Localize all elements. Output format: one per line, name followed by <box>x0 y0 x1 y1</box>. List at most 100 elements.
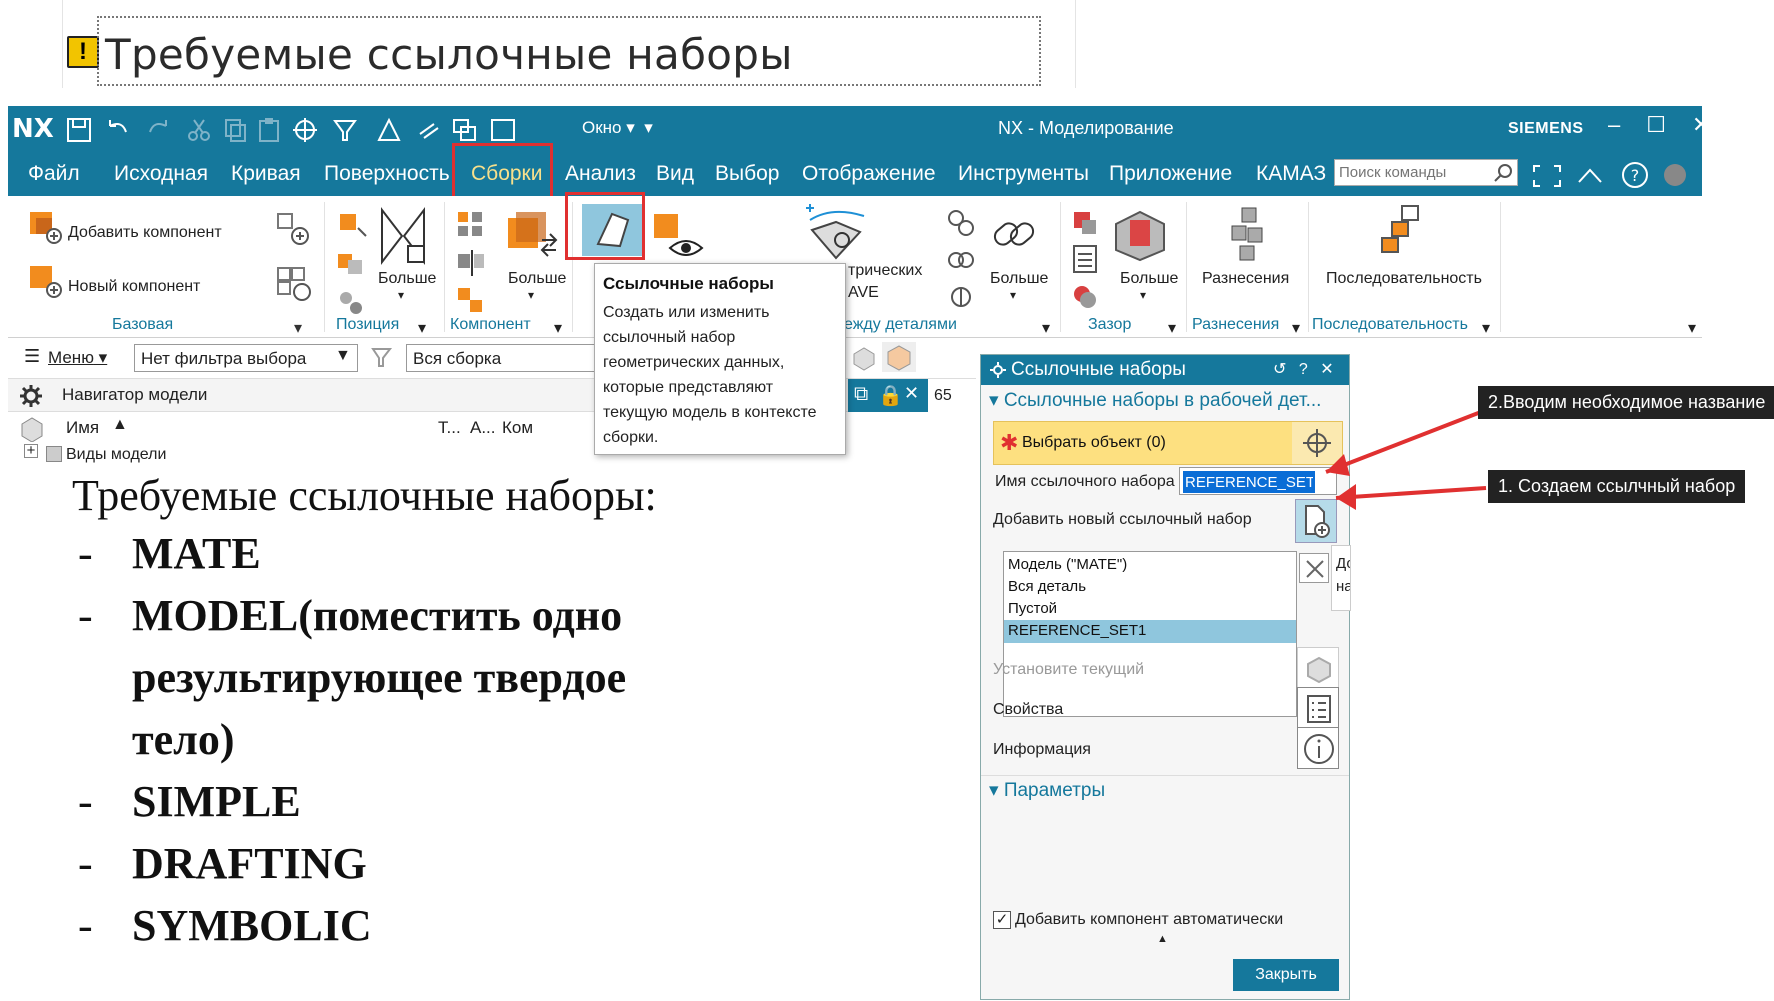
interpart-more-label[interactable]: Больше <box>990 270 1048 288</box>
select-filter-icon[interactable] <box>330 116 360 144</box>
checkbox-checked[interactable]: ✓ <box>993 911 1011 929</box>
exploded-views-icon[interactable] <box>1226 206 1276 262</box>
search-icon[interactable] <box>1493 163 1515 183</box>
sequence-icon[interactable] <box>1376 202 1426 262</box>
clearance-more-label[interactable]: Больше <box>1120 270 1178 288</box>
undo-icon[interactable] <box>102 116 132 144</box>
component-more-arrow-icon[interactable]: ▾ <box>528 288 534 302</box>
assembly-view-icon[interactable] <box>882 342 916 372</box>
link-browser-icon[interactable] <box>944 280 978 314</box>
component-mirror-icon[interactable] <box>454 246 488 280</box>
reference-set-list[interactable]: Модель ("MATE") Вся деталь Пустой REFERE… <box>1003 551 1297 717</box>
cut-icon[interactable] <box>184 116 214 144</box>
group-component-expand-icon[interactable]: ▾ <box>554 318 562 338</box>
search-input[interactable] <box>1335 160 1485 184</box>
menu-tools[interactable]: Инструменты <box>958 162 1089 186</box>
maximize-icon[interactable]: ☐ <box>1646 112 1666 138</box>
menu-kamaz[interactable]: КАМАЗ <box>1256 162 1326 186</box>
window-menu[interactable]: Окно ▾ ▾ <box>582 118 653 138</box>
group-interpart-expand-icon[interactable]: ▾ <box>1042 318 1050 338</box>
menu-view[interactable]: Вид <box>656 162 694 186</box>
menu-button[interactable]: Меню ▾ <box>48 348 107 368</box>
fullscreen-icon[interactable] <box>1532 164 1562 188</box>
filter-reset-icon[interactable] <box>370 346 396 370</box>
menu-curve[interactable]: Кривая <box>231 162 301 186</box>
clearance-analysis-icon[interactable] <box>1068 280 1102 314</box>
constraint-icon[interactable] <box>334 246 368 280</box>
list-item-selected[interactable]: REFERENCE_SET1 <box>1004 620 1296 643</box>
sort-asc-icon[interactable]: ▲ <box>112 416 128 434</box>
group-basic-expand-icon[interactable]: ▾ <box>294 318 302 338</box>
snap-icon[interactable] <box>290 116 320 144</box>
window-icon[interactable] <box>488 116 518 144</box>
position-more-arrow-icon[interactable]: ▾ <box>398 288 404 302</box>
group-sequence-expand-icon[interactable]: ▾ <box>1482 318 1490 338</box>
tab-close-icon[interactable]: ✕ <box>904 383 919 404</box>
list-item[interactable]: Вся деталь <box>1004 576 1296 599</box>
part-tab[interactable]: 65 <box>928 379 976 413</box>
measure-icon[interactable] <box>374 116 404 144</box>
column-name[interactable]: Имя <box>66 418 99 438</box>
wave-link-icon[interactable] <box>802 202 872 264</box>
part-navigator-icon[interactable] <box>18 414 46 442</box>
more-options-icon[interactable]: ▲ <box>1157 933 1168 945</box>
redo-icon[interactable] <box>144 116 174 144</box>
position-more-label[interactable]: Больше <box>378 270 436 288</box>
close-icon[interactable]: ✕ <box>1692 112 1710 138</box>
list-item[interactable]: Модель ("MATE") <box>1004 554 1296 577</box>
expand-icon[interactable]: + <box>24 443 38 458</box>
close-button[interactable]: Закрыть <box>1233 959 1339 991</box>
ribbon-options-icon[interactable]: ▾ <box>1688 318 1696 338</box>
minimize-icon[interactable]: – <box>1608 112 1620 138</box>
link-icon[interactable] <box>414 116 444 144</box>
component-replace-icon[interactable] <box>454 284 488 318</box>
clearance-more-arrow-icon[interactable]: ▾ <box>1140 288 1146 302</box>
auto-add-checkbox[interactable]: ✓ Добавить компонент автоматически <box>993 911 1283 929</box>
user-avatar[interactable] <box>1664 164 1686 186</box>
add-component-icon[interactable] <box>24 206 64 246</box>
set-current-button[interactable] <box>1297 647 1339 689</box>
menu-display[interactable]: Отображение <box>802 162 936 186</box>
interpart-more-arrow-icon[interactable]: ▾ <box>1010 288 1016 302</box>
type-filter-select[interactable]: Нет фильтра выбора ▼ <box>134 344 358 372</box>
group-clearance-expand-icon[interactable]: ▾ <box>1168 318 1176 338</box>
interpart-more-icon[interactable] <box>986 206 1042 262</box>
interpart-link-icon[interactable] <box>944 206 978 240</box>
scope-select[interactable]: Вся сборка <box>406 344 606 372</box>
new-component-icon[interactable] <box>24 260 64 300</box>
menu-surface[interactable]: Поверхность <box>324 162 450 186</box>
column-t[interactable]: Т... <box>438 418 461 438</box>
hamburger-icon[interactable]: ☰ <box>24 346 40 367</box>
position-more-icon[interactable] <box>378 206 428 266</box>
lock-icon[interactable]: 🔒 <box>878 383 903 408</box>
collapse-ribbon-icon[interactable] <box>1576 164 1604 188</box>
column-k[interactable]: Ком <box>502 418 533 438</box>
menu-home[interactable]: Исходная <box>114 162 208 186</box>
delete-button[interactable] <box>1299 553 1329 583</box>
tab-edit-icon[interactable]: ⧉ <box>854 383 868 406</box>
column-a[interactable]: А... <box>470 418 496 438</box>
component-pattern-icon[interactable] <box>454 208 488 242</box>
menu-file[interactable]: Файл <box>28 162 80 186</box>
show-hide-icon[interactable] <box>648 208 704 264</box>
menu-selection[interactable]: Выбор <box>715 162 780 186</box>
component-more-label[interactable]: Больше <box>508 270 566 288</box>
move-component-icon[interactable] <box>334 208 368 242</box>
section-reference-sets[interactable]: ▾ Ссылочные наборы в рабочей дет... <box>989 389 1321 412</box>
list-item[interactable]: Пустой <box>1004 598 1296 621</box>
clearance-check-icon[interactable] <box>1068 206 1102 240</box>
group-position-expand-icon[interactable]: ▾ <box>418 318 426 338</box>
clearance-list-icon[interactable] <box>1068 242 1102 276</box>
new-component-label[interactable]: Новый компонент <box>68 278 200 296</box>
paste-icon[interactable] <box>254 116 284 144</box>
add-component-label[interactable]: Добавить компонент <box>68 224 222 242</box>
mirror-component-icon[interactable] <box>274 264 314 304</box>
chain-link-icon[interactable] <box>944 244 978 278</box>
help-icon[interactable]: ? <box>1620 160 1650 190</box>
windows-icon[interactable] <box>450 116 480 144</box>
select-object-row[interactable]: ✱ Выбрать объект (0) <box>993 421 1343 465</box>
command-search[interactable] <box>1334 159 1518 186</box>
menu-application[interactable]: Приложение <box>1109 162 1232 186</box>
copy-icon[interactable] <box>220 116 250 144</box>
group-explosions-expand-icon[interactable]: ▾ <box>1292 318 1300 338</box>
